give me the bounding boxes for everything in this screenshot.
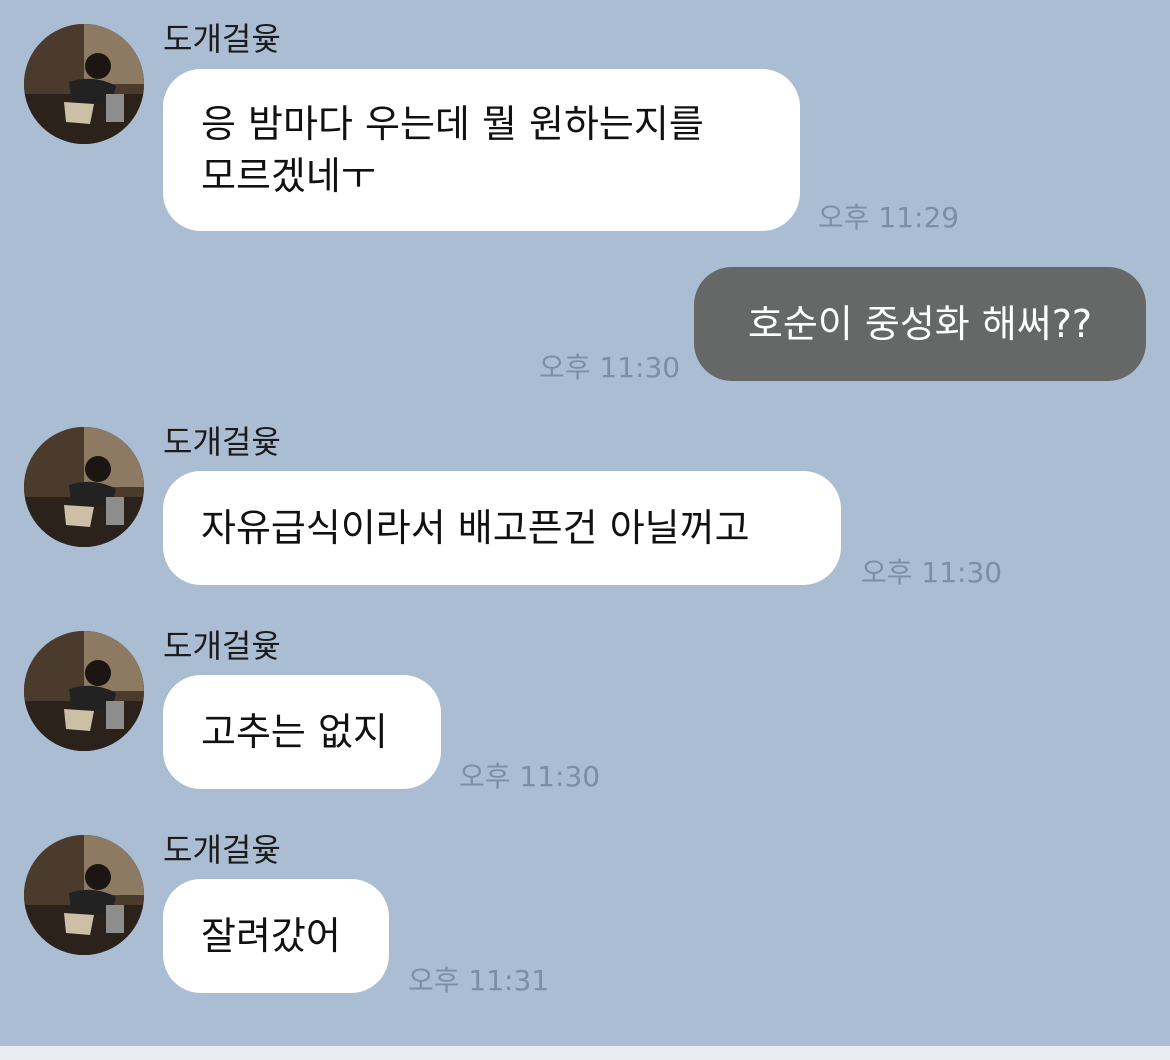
message-text: 응 밤마다 우는데 뭘 원하는지를 모르겠네ㅜ [201,102,704,198]
profile-photo-icon [24,631,144,751]
message-bubble[interactable]: 고추는 없지 [163,675,441,789]
sender-name: 도개걸윷 [163,20,281,58]
message-timestamp: 오후 11:31 [408,964,550,997]
bottom-divider [0,1046,1170,1060]
message-text: 호순이 중성화 해써?? [747,302,1093,346]
avatar[interactable] [24,835,144,955]
message-timestamp: 오후 11:30 [539,351,681,384]
avatar[interactable] [24,631,144,751]
avatar[interactable] [24,427,144,547]
profile-photo-icon [24,24,144,144]
message-bubble[interactable]: 응 밤마다 우는데 뭘 원하는지를 모르겠네ㅜ [163,69,800,231]
sender-name: 도개걸윷 [163,627,281,665]
sender-name: 도개걸윷 [163,831,281,869]
message-bubble-outgoing[interactable]: 호순이 중성화 해써?? [694,267,1146,381]
profile-photo-icon [24,835,144,955]
message-bubble[interactable]: 자유급식이라서 배고픈건 아닐꺼고 [163,471,841,585]
profile-photo-icon [24,427,144,547]
sender-name: 도개걸윷 [163,423,281,461]
message-timestamp: 오후 11:29 [818,201,960,234]
chat-room: 도개걸윷 응 밤마다 우는데 뭘 원하는지를 모르겠네ㅜ 오후 11:29 오후… [0,0,1170,1060]
message-bubble[interactable]: 잘려갔어 [163,879,389,993]
message-text: 고추는 없지 [201,710,388,754]
message-text: 잘려갔어 [201,914,341,958]
message-timestamp: 오후 11:30 [861,556,1003,589]
avatar[interactable] [24,24,144,144]
message-timestamp: 오후 11:30 [459,760,601,793]
message-text: 자유급식이라서 배고픈건 아닐꺼고 [201,506,750,550]
